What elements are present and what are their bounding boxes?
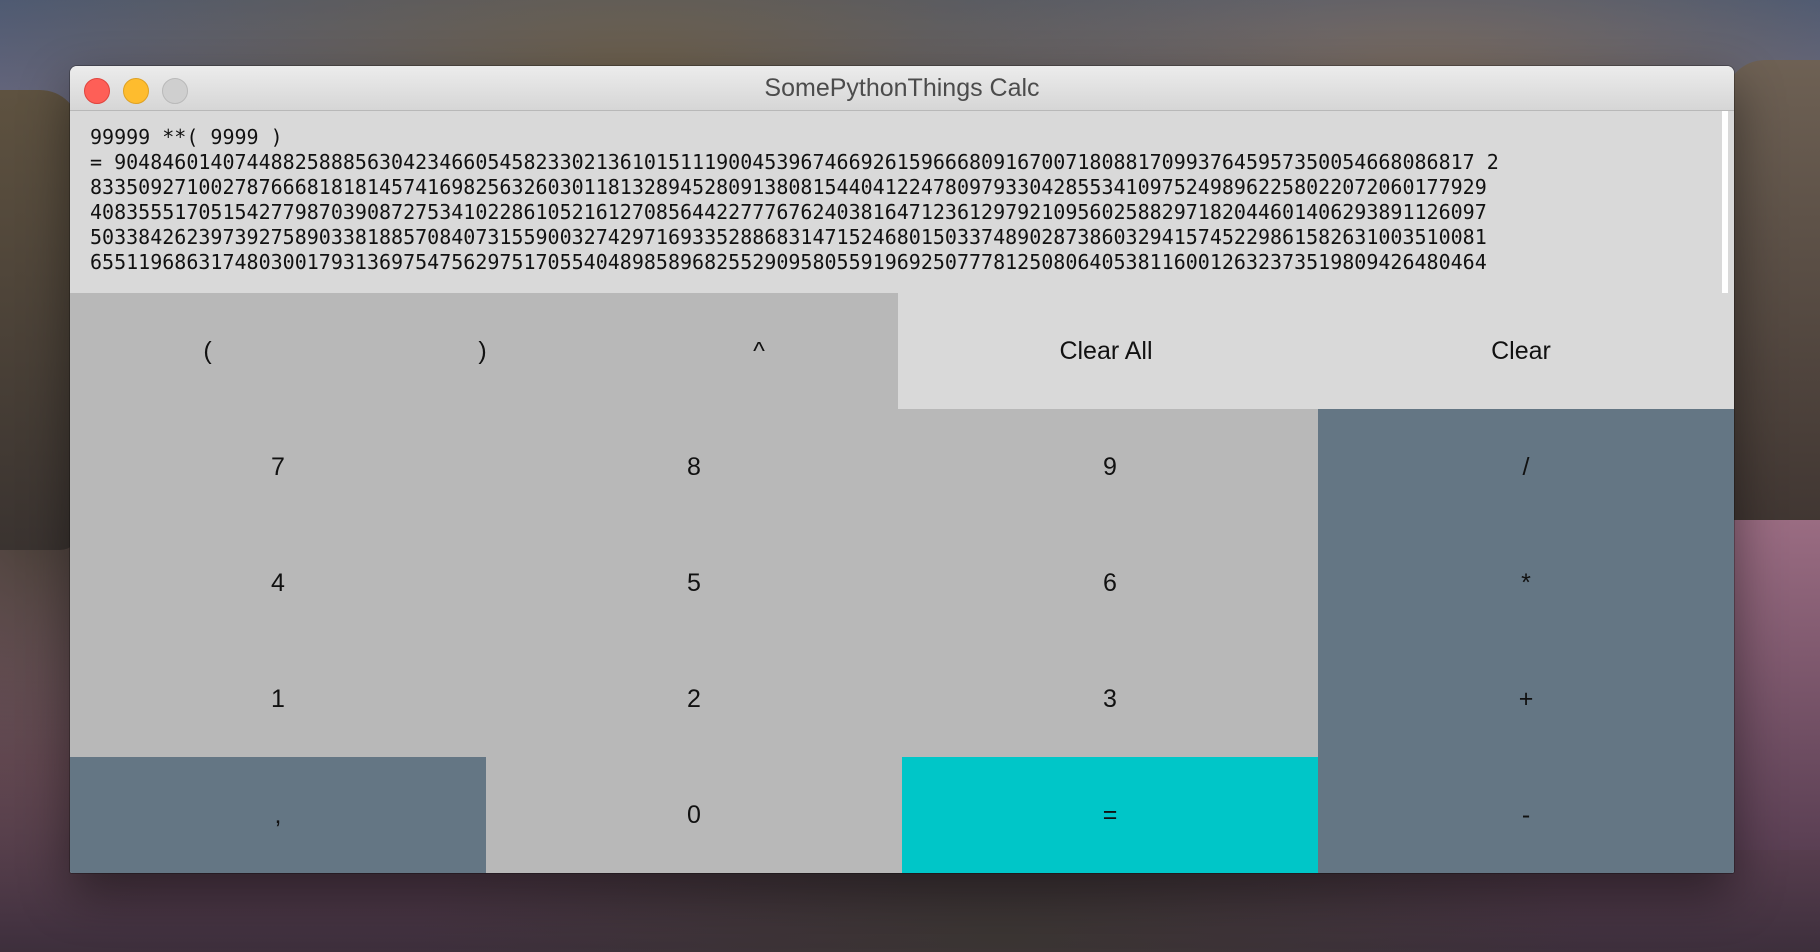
calculator-window: SomePythonThings Calc 99999 **( 9999 ) = … [70,66,1734,873]
digit-7-button[interactable]: 7 [70,409,486,525]
desktop-wallpaper-rock-right [1725,60,1820,580]
digit-8-button[interactable]: 8 [486,409,902,525]
title-bar[interactable]: SomePythonThings Calc [70,66,1734,111]
display-result-line: 5033842623973927589033818857084073155900… [90,225,1487,249]
clear-button[interactable]: Clear [1314,293,1728,409]
digit-9-button[interactable]: 9 [902,409,1318,525]
equals-button[interactable]: = [902,757,1318,873]
display-result-line: 6551196863174803001793136975475629751705… [90,250,1487,274]
divide-button[interactable]: / [1318,409,1734,525]
plus-button[interactable]: + [1318,641,1734,757]
digit-1-button[interactable]: 1 [70,641,486,757]
multiply-button[interactable]: * [1318,525,1734,641]
digit-2-button[interactable]: 2 [486,641,902,757]
open-paren-button[interactable]: ( [70,293,345,409]
digit-5-button[interactable]: 5 [486,525,902,641]
desktop-wallpaper-rock-left [0,90,80,550]
digit-4-button[interactable]: 4 [70,525,486,641]
comma-button[interactable]: , [70,757,486,873]
display-expression: 99999 **( 9999 ) [90,125,283,149]
display-result-line: = 90484601407448825888563042346605458233… [90,150,1499,174]
close-paren-button[interactable]: ) [345,293,620,409]
digit-3-button[interactable]: 3 [902,641,1318,757]
power-button[interactable]: ^ [620,293,898,409]
calculator-display[interactable]: 99999 **( 9999 ) = 9048460140744882588856… [70,111,1728,293]
minus-button[interactable]: - [1318,757,1734,873]
display-result-line: 4083555170515427798703908727534102286105… [90,200,1487,224]
display-result-line: 8335092710027876668181814574169825632603… [90,175,1487,199]
window-title: SomePythonThings Calc [764,74,1040,102]
clear-all-button[interactable]: Clear All [898,293,1314,409]
digit-0-button[interactable]: 0 [486,757,902,873]
digit-6-button[interactable]: 6 [902,525,1318,641]
